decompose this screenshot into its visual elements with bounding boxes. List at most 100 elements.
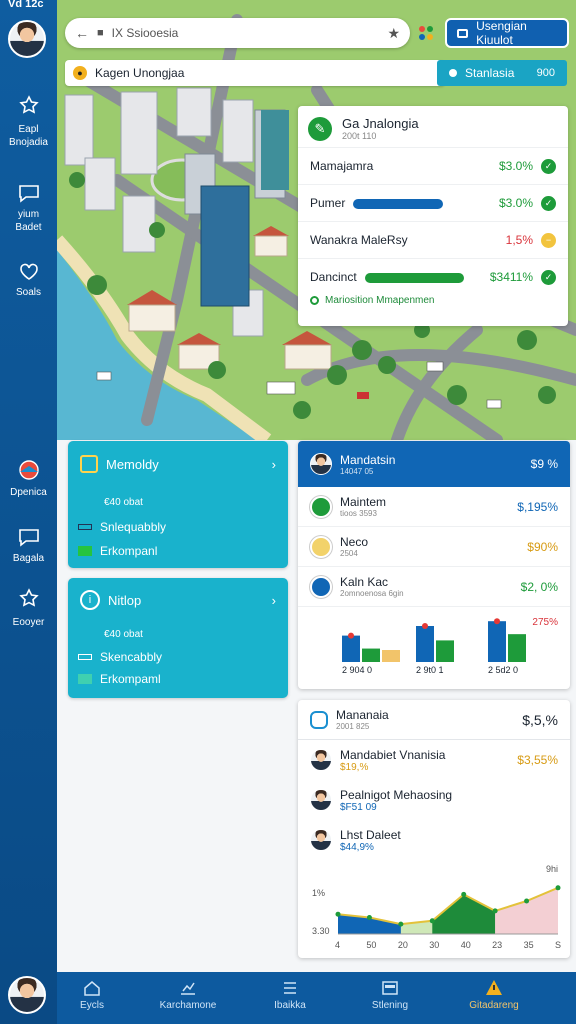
user-row-text: Neco 2504 <box>340 535 519 558</box>
users-header-value: $9 % <box>530 457 558 471</box>
home-icon <box>84 981 100 996</box>
user-row-icon <box>310 495 332 518</box>
area-chart: 9hi 1% 3.30 4 50 20 30 40 23 35 S <box>312 864 561 950</box>
sidebar-item-dpenica[interactable]: Dpenica <box>0 458 57 499</box>
summary-row[interactable]: Wanakra MaleRsy 1,5% − <box>298 221 568 258</box>
list-rows: Mandabiet Vnanisia $19,% $3,55% Pealnigot M… <box>298 740 570 860</box>
alert-map-icon <box>18 460 39 480</box>
status-chip[interactable]: Stanlasia 900 <box>437 60 567 86</box>
back-arrow-icon[interactable]: ← <box>75 25 89 41</box>
nav-label: Ibaikka <box>274 1000 306 1011</box>
list-row[interactable]: Lhst Daleet $44,9% <box>298 820 570 860</box>
sidebar-item-label: Bagala <box>12 553 45 564</box>
user-row[interactable]: Neco 2504 $90% <box>298 527 570 567</box>
summary-row-bar-track <box>416 236 498 244</box>
axis-label: 9hi <box>546 864 558 874</box>
user-row[interactable]: Kaln Kac 2omnoenosa 6gin $2, 0% <box>298 567 570 607</box>
summary-row[interactable]: Dancinct $3411% ✓ <box>298 258 568 295</box>
area-point <box>524 898 530 904</box>
chevron-right-icon[interactable]: › <box>272 457 276 472</box>
list-row-text: Pealnigot Mehaosing $F51 09 <box>340 788 550 813</box>
bar <box>342 635 360 662</box>
sidebar-item-eapl[interactable]: Eapl Bnojadia <box>0 95 57 149</box>
sidebar-item-soals[interactable]: Soals <box>0 260 57 299</box>
summary-row-label: Dancinct <box>310 270 357 284</box>
chart-icon <box>181 982 195 995</box>
area-segment-green <box>432 894 496 934</box>
bar-tick-label: 2 9t0 1 <box>416 665 444 675</box>
calendar-icon <box>382 981 398 995</box>
bar <box>488 621 506 662</box>
primary-action-label: Usengian Kiuulot <box>476 19 527 47</box>
nav-item-ibaikka[interactable]: Ibaikka <box>245 978 335 1011</box>
bar-tick-label: 2 904 0 <box>342 665 373 675</box>
profile-avatar[interactable] <box>8 976 46 1014</box>
teal-card-1[interactable]: Memoldy › €40 obat Snlequabbly Erkompanl <box>68 441 288 568</box>
bar <box>508 634 526 662</box>
area-point <box>366 915 372 920</box>
user-row-sub: 2504 <box>340 549 358 558</box>
list-row-name: Mandabiet Vnanisia <box>340 747 446 762</box>
avatar[interactable] <box>8 20 46 58</box>
list-row-sub: $44,9% <box>340 841 374 853</box>
sidebar-item-bagala[interactable]: Bagala <box>0 526 57 565</box>
sidebar-item-yium[interactable]: yium Badet <box>0 182 57 234</box>
status-check-icon: ✓ <box>541 195 556 211</box>
nav-item-karchamone[interactable]: Karchamone <box>143 978 233 1011</box>
user-row[interactable]: Maintem tioos 3593 $,195% <box>298 487 570 527</box>
axis-label: 40 <box>461 940 471 950</box>
star-icon[interactable]: ★ <box>387 25 400 42</box>
location-bar[interactable]: ● Kagen Unongjaa <box>65 60 445 86</box>
summary-row[interactable]: Pumer $3.0% ✓ <box>298 184 568 221</box>
axis-label: S <box>555 940 561 950</box>
list-panel-header[interactable]: Mananaia 2001 825 $,5,% <box>298 700 570 740</box>
sidebar-item-label: yium <box>17 209 40 220</box>
nav-item-gitadareng[interactable]: Gitadareng <box>449 978 539 1011</box>
status-check-icon: − <box>541 232 556 248</box>
bar-labels: 2 904 0 2 9t0 1 2 5d2 0 <box>298 665 570 679</box>
chat-icon <box>18 185 39 203</box>
summary-row-bar-track <box>353 199 491 209</box>
teal-card-2[interactable]: i Nitlop › €40 obat Skencabbly Erkompaml <box>68 578 288 698</box>
location-title: Kagen Unongjaa <box>95 66 185 80</box>
users-header-sub: 14047 05 <box>340 466 374 476</box>
list-row-name: Lhst Daleet <box>340 827 401 842</box>
dot-icon <box>449 69 457 77</box>
sidebar-item-eooyer[interactable]: Eooyer <box>0 588 57 629</box>
primary-action-button[interactable]: Usengian Kiuulot <box>445 18 569 48</box>
status-chip-label: Stanlasia <box>465 66 515 80</box>
user-row-name: Maintem <box>340 495 387 509</box>
summary-row-value: $3.0% <box>498 159 533 173</box>
address-bar[interactable]: ← ■ IX Ssiooesia ★ <box>65 18 410 48</box>
user-row-icon <box>310 575 332 598</box>
list-row[interactable]: Mandabiet Vnanisia $19,% $3,55% <box>298 740 570 780</box>
users-panel-header[interactable]: Mandatsin 14047 05 $9 % <box>298 441 570 487</box>
bar <box>436 640 454 662</box>
list-row-text: Mandabiet Vnanisia $19,% <box>340 748 509 773</box>
list-row[interactable]: Pealnigot Mehaosing $F51 09 <box>298 780 570 820</box>
apps-icon[interactable] <box>417 24 435 42</box>
area-segment-pink <box>495 887 558 934</box>
sidebar-item-label: Dpenica <box>10 487 47 498</box>
grid-icon <box>78 546 92 556</box>
summary-row[interactable]: Mamajamra $3.0% ✓ <box>298 147 568 184</box>
axis-label: 1% <box>312 888 325 898</box>
list-header-sub: 2001 825 <box>336 722 370 731</box>
summary-row-label: Mamajamra <box>310 159 374 173</box>
axis-label: 20 <box>398 940 408 950</box>
area-point <box>335 911 341 917</box>
teal-card-item: Snlequabbly <box>100 520 167 534</box>
avatar <box>310 749 332 771</box>
summary-footer[interactable]: Mariosition Mmapenmen <box>325 295 435 306</box>
list-row-sub: $F51 09 <box>340 801 377 813</box>
list-header-value: $,5,% <box>522 711 558 728</box>
teal-card-item: Erkompaml <box>100 672 161 686</box>
nav-item-home[interactable]: Eycls <box>47 978 137 1011</box>
message-icon <box>18 529 39 547</box>
edit-icon[interactable]: ✎ <box>308 116 332 141</box>
status-check-icon: ✓ <box>541 269 556 285</box>
scan-icon <box>310 710 328 729</box>
nav-item-stlening[interactable]: Stlening <box>345 978 435 1011</box>
area-point <box>461 891 467 897</box>
chevron-right-icon[interactable]: › <box>272 593 276 608</box>
